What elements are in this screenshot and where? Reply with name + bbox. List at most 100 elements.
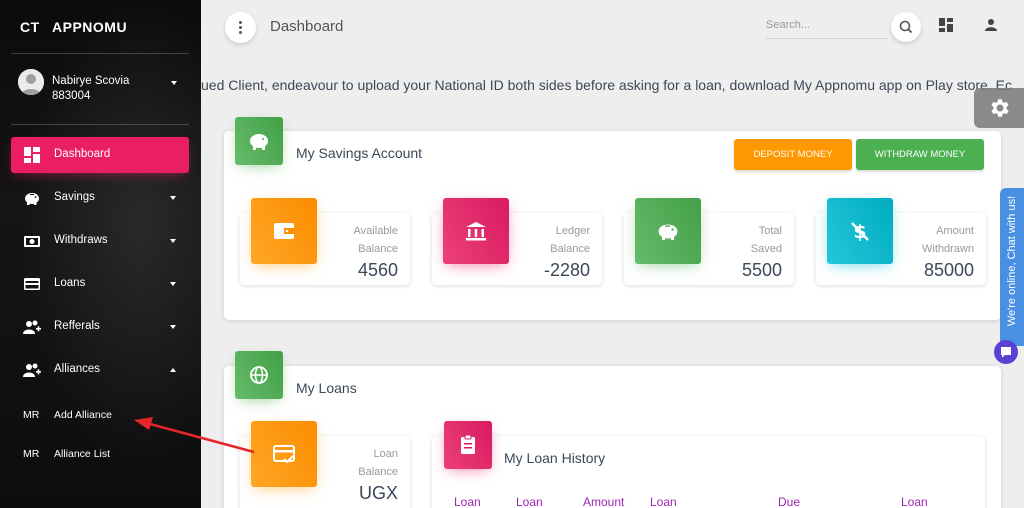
stat-label: Saved [750, 243, 782, 255]
chat-tab[interactable]: We're online, Chat with us! [1000, 188, 1024, 346]
stat-icon [635, 198, 701, 264]
more-vert-icon [239, 21, 242, 24]
sidebar-item-savings[interactable]: Savings [11, 180, 189, 216]
stat-label: Loan [373, 448, 398, 460]
sidebar-item-refferals[interactable]: Refferals [11, 309, 189, 345]
subitem-mini: MR [23, 409, 40, 421]
savings-card-title: My Savings Account [296, 145, 423, 161]
history-column-header[interactable]: Due [778, 495, 800, 508]
bank-icon [466, 222, 486, 241]
sidebar-item-label: Withdraws [54, 234, 108, 246]
stat-amount-withdrawn: $ Amount Withdrawn 85000 [816, 198, 986, 285]
chat-button[interactable] [994, 340, 1018, 364]
search-icon [899, 20, 913, 34]
stat-ledger-balance: Ledger Balance -2280 [432, 198, 602, 285]
sidebar-item-label: Dashboard [54, 148, 111, 160]
stat-label: Available [353, 225, 398, 237]
brand-name: APPNOMU [52, 19, 128, 35]
sidebar: CT APPNOMU Nabirye Scovia 883004 Dashboa… [0, 0, 201, 508]
search-input[interactable] [766, 14, 886, 36]
avatar [18, 69, 44, 95]
stat-value: 85000 [923, 260, 974, 280]
search-button[interactable] [891, 12, 921, 42]
stat-icon: $ [827, 198, 893, 264]
sidebar-item-label: Savings [54, 191, 95, 203]
group-add-icon [23, 320, 41, 334]
sidebar-item-dashboard[interactable]: Dashboard [11, 137, 189, 173]
stat-icon [251, 198, 317, 264]
dashboard-icon[interactable] [939, 18, 953, 32]
history-column-header[interactable]: Loan [516, 495, 543, 508]
sidebar-item-loans[interactable]: Loans [11, 266, 189, 302]
stat-value: -2280 [543, 260, 590, 280]
wallet-icon [274, 223, 294, 239]
stat-value: 4560 [357, 260, 398, 280]
user-name: Nabirye Scovia [52, 75, 130, 87]
deposit-money-button[interactable]: DEPOSIT MONEY [734, 139, 852, 170]
stat-label: Balance [358, 466, 398, 478]
history-column-header[interactable]: Loan [454, 495, 481, 508]
stat-label: Ledger [555, 225, 590, 237]
chevron-down-icon [170, 282, 176, 286]
chevron-down-icon [171, 81, 177, 85]
stat-icon [443, 198, 509, 264]
piggy-bank-icon [658, 224, 678, 240]
more-menu-button[interactable] [225, 12, 256, 43]
user-profile[interactable]: Nabirye Scovia 883004 [18, 69, 188, 103]
globe-icon [250, 366, 268, 384]
loan-history-title: My Loan History [504, 450, 606, 466]
sidebar-subitem-add-alliance[interactable]: MR Add Alliance [11, 401, 189, 429]
credit-card-icon [24, 278, 40, 290]
piggy-bank-icon [250, 134, 268, 150]
stat-icon [251, 421, 317, 487]
subitem-mini: MR [23, 448, 40, 460]
card-check-icon [273, 445, 295, 464]
sidebar-item-label: Loans [54, 277, 86, 289]
notice-text: ued Client, endeavour to upload your Nat… [201, 77, 1012, 93]
loans-card-title: My Loans [296, 380, 357, 396]
settings-button[interactable] [974, 88, 1024, 128]
money-icon [24, 236, 40, 247]
stat-label: Total [758, 225, 782, 237]
dashboard-icon [24, 147, 40, 163]
loans-card-icon [235, 351, 283, 399]
sidebar-item-alliances[interactable]: Alliances [11, 352, 189, 388]
page-title: Dashboard [270, 18, 344, 35]
piggy-bank-icon [25, 193, 39, 205]
stat-available-balance: Available Balance 4560 [240, 198, 410, 285]
chevron-down-icon [170, 325, 176, 329]
sidebar-subitem-alliance-list[interactable]: MR Alliance List [11, 440, 189, 468]
sidebar-item-label: Refferals [54, 320, 100, 332]
history-column-header[interactable]: Amount [583, 495, 624, 508]
stat-label: Withdrawn [922, 243, 974, 255]
history-column-header[interactable]: Loan [901, 495, 928, 508]
withdraw-money-button[interactable]: WITHDRAW MONEY [856, 139, 984, 170]
notice-marquee: ued Client, endeavour to upload your Nat… [201, 77, 1024, 97]
more-vert-dot [239, 26, 242, 29]
stat-value: UGX [358, 483, 398, 503]
person-icon[interactable] [984, 18, 998, 32]
stat-label: Amount [936, 225, 974, 237]
stat-total-saved: Total Saved 5500 [624, 198, 794, 285]
sidebar-divider [11, 124, 189, 125]
stat-label: Balance [358, 243, 398, 255]
brand[interactable]: CT APPNOMU [0, 0, 201, 53]
history-column-header[interactable]: Loan [650, 495, 677, 508]
sidebar-item-withdraws[interactable]: Withdraws [11, 223, 189, 259]
user-id: 883004 [52, 90, 91, 102]
subitem-label: Add Alliance [54, 409, 112, 421]
chevron-up-icon [170, 368, 176, 372]
loan-history-icon [444, 421, 492, 469]
sidebar-item-label: Alliances [54, 363, 101, 375]
chevron-down-icon [170, 196, 176, 200]
money-off-icon: $ [851, 221, 869, 243]
group-add-icon [23, 363, 41, 377]
stat-label: Balance [550, 243, 590, 255]
search-field [766, 14, 888, 39]
stat-loan-balance: Loan Balance UGX [240, 421, 410, 508]
more-vert-dot [239, 31, 242, 34]
chat-icon [1001, 347, 1011, 358]
clipboard-icon [461, 434, 475, 454]
chat-label: We're online, Chat with us! [1006, 195, 1018, 327]
sidebar-divider [11, 53, 189, 54]
